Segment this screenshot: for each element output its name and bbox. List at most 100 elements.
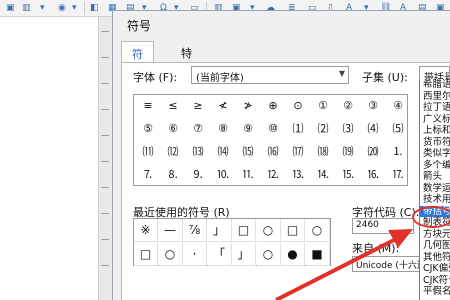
symbol-cell[interactable]: ⊕: [261, 95, 285, 117]
font-select[interactable]: (当前字体) ▼: [191, 66, 349, 84]
subset-option[interactable]: CJK符号: [420, 275, 450, 287]
symbol-cell[interactable]: ⑤: [136, 118, 160, 140]
subset-option[interactable]: 箭头: [420, 171, 450, 183]
recent-symbol-cell[interactable]: ○: [256, 219, 281, 242]
tab-symbols[interactable]: 符号: [121, 41, 154, 77]
ruler-tick: [101, 265, 109, 266]
symbol-cell[interactable]: ⑸: [386, 118, 410, 140]
symbol-cell[interactable]: ⒇: [361, 141, 385, 163]
symbol-cell[interactable]: ⑵: [311, 118, 335, 140]
recent-symbol-cell[interactable]: ※: [134, 219, 158, 242]
recent-symbol-cell[interactable]: □: [134, 243, 158, 266]
dropdown-icon[interactable]: ▾: [40, 3, 45, 14]
symbol-cell[interactable]: ⒃: [261, 141, 285, 163]
recent-symbol-cell[interactable]: ○: [256, 243, 281, 266]
symbol-cell[interactable]: ⑶: [336, 118, 360, 140]
ruler-tick: [101, 31, 109, 32]
symbol-cell[interactable]: ≮: [211, 95, 235, 117]
dropdown-icon[interactable]: ▾: [72, 3, 77, 14]
symbol-cell[interactable]: ⑨: [236, 118, 260, 140]
ruler-tick: [101, 239, 109, 240]
symbol-cell[interactable]: ⑦: [186, 118, 210, 140]
symbol-cell[interactable]: ⑥: [161, 118, 185, 140]
symbol-cell[interactable]: ⑧: [211, 118, 235, 140]
symbol-cell[interactable]: ⒁: [211, 141, 235, 163]
recent-symbol-cell[interactable]: □: [281, 219, 305, 242]
symbol-cell[interactable]: ⑿: [161, 141, 185, 163]
image-icon[interactable]: ▣: [6, 3, 15, 14]
symbol-cell[interactable]: ⊙: [286, 95, 310, 117]
subset-option[interactable]: 平假名: [420, 286, 450, 298]
recent-symbol-cell[interactable]: ●: [281, 243, 305, 266]
symbol-cell[interactable]: ⒆: [336, 141, 360, 163]
recent-symbol-cell[interactable]: —: [158, 219, 183, 242]
subset-option[interactable]: CJK偏旁: [420, 263, 450, 275]
symbol-cell[interactable]: ④: [386, 95, 410, 117]
symbol-cell[interactable]: ⑴: [286, 118, 310, 140]
symbol-cell[interactable]: ⒖: [336, 164, 360, 186]
subset-option[interactable]: 西里尔: [420, 91, 450, 103]
symbol-cell[interactable]: ≥: [186, 95, 210, 117]
subset-option[interactable]: 其他符: [420, 252, 450, 264]
symbol-cell[interactable]: ⒎: [136, 164, 160, 186]
recent-symbol-cell[interactable]: ○: [305, 219, 330, 242]
recent-symbol-cell[interactable]: ○: [158, 243, 183, 266]
vertical-ruler: [98, 17, 112, 300]
symbol-cell[interactable]: ⒈: [386, 141, 410, 163]
chart-icon[interactable]: ▥: [22, 3, 31, 14]
toolbar-separator: [84, 2, 85, 15]
symbol-cell[interactable]: ①: [311, 95, 335, 117]
subset-option[interactable]: 希腊语: [420, 79, 450, 91]
ruler-tick: [101, 135, 109, 136]
char-code-input[interactable]: 2460: [352, 218, 414, 234]
recent-symbol-cell[interactable]: □: [232, 219, 256, 242]
from-select[interactable]: Unicode (十六进制): [352, 256, 422, 272]
symbol-cell[interactable]: ⒐: [186, 164, 210, 186]
subset-option[interactable]: 拉丁语: [420, 102, 450, 114]
screenshot-icon[interactable]: ◉: [58, 3, 66, 14]
recent-symbol-cell[interactable]: 「: [207, 243, 232, 266]
symbol-cell[interactable]: ⒘: [386, 164, 410, 186]
symbol-cell[interactable]: ⒂: [236, 141, 260, 163]
subset-option[interactable]: 上标和: [420, 125, 450, 137]
symbol-cell[interactable]: ⒄: [286, 141, 310, 163]
tab-special-characters[interactable]: 特殊字符: [171, 41, 202, 108]
subset-option[interactable]: 货币符: [420, 137, 450, 149]
symbol-cell[interactable]: ⒕: [311, 164, 335, 186]
subset-option[interactable]: 数学运: [420, 183, 450, 195]
symbol-cell[interactable]: ≯: [236, 95, 260, 117]
subset-option[interactable]: 方块元: [420, 229, 450, 241]
ruler-tick: [101, 83, 109, 84]
symbol-cell[interactable]: ⒔: [286, 164, 310, 186]
symbol-cell[interactable]: ⒑: [211, 164, 235, 186]
symbol-cell[interactable]: ⒏: [161, 164, 185, 186]
dialog-title: 符号: [127, 19, 152, 33]
symbol-cell[interactable]: ⒀: [186, 141, 210, 163]
subset-option[interactable]: 几何图: [420, 240, 450, 252]
ruler-tick: [101, 213, 109, 214]
shapes-icon[interactable]: ◧: [90, 3, 99, 14]
recent-symbol-cell[interactable]: 」: [232, 243, 256, 266]
symbol-cell[interactable]: ≡: [136, 95, 160, 117]
subset-option[interactable]: 类似字: [420, 148, 450, 160]
subset-option[interactable]: 技术用: [420, 194, 450, 206]
symbol-cell[interactable]: ③: [361, 95, 385, 117]
symbol-cell[interactable]: ②: [336, 95, 360, 117]
symbol-cell[interactable]: ≤: [161, 95, 185, 117]
symbol-cell[interactable]: ⒓: [261, 164, 285, 186]
subset-label: 子集 (U):: [362, 71, 408, 84]
recent-symbol-cell[interactable]: 」: [207, 219, 232, 242]
symbol-cell[interactable]: ⑷: [361, 118, 385, 140]
symbol-cell[interactable]: ⒒: [236, 164, 260, 186]
subset-option[interactable]: 广义标: [420, 114, 450, 126]
recent-symbol-cell[interactable]: ⅞: [183, 219, 207, 242]
recent-symbol-cell[interactable]: ■: [305, 243, 330, 266]
recent-symbol-cell[interactable]: ·: [183, 243, 207, 266]
subset-option[interactable]: 多个编: [420, 160, 450, 172]
symbol-cell[interactable]: ⑩: [261, 118, 285, 140]
subset-dropdown-list: 希腊语 西里尔 拉丁语 广义标 上标和 货币符 类似字 多个编 箭头 数学运 技术用 带括号 制表符 方块…: [419, 79, 450, 300]
symbol-cell[interactable]: ⑾: [136, 141, 160, 163]
document-page: [0, 17, 112, 300]
symbol-cell[interactable]: ⒅: [311, 141, 335, 163]
symbol-cell[interactable]: ⒗: [361, 164, 385, 186]
